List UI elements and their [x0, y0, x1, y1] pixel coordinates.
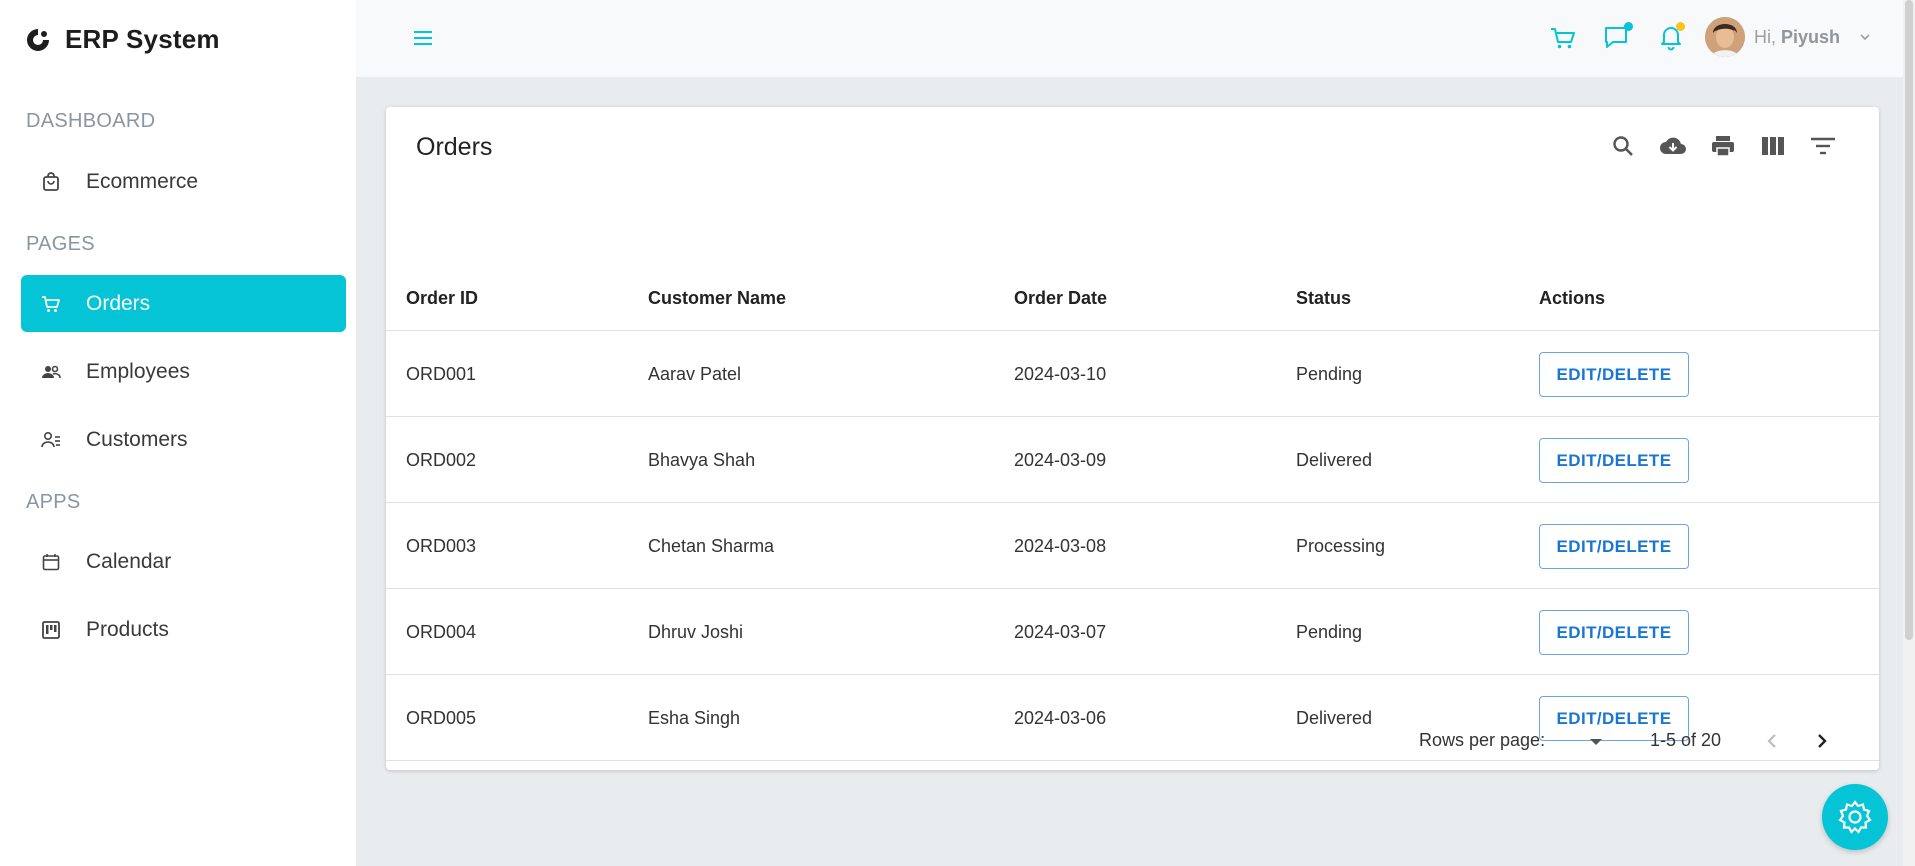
table-row[interactable]: ORD004 Dhruv Joshi 2024-03-07 Pending ED… [386, 589, 1879, 675]
edit-delete-button[interactable]: EDIT/DELETE [1539, 438, 1689, 483]
customer-name: Chetan Sharma [648, 536, 775, 556]
column-header-order-date[interactable]: Order Date [1014, 288, 1107, 309]
order-id: ORD001 [406, 364, 477, 384]
column-header-customer-name[interactable]: Customer Name [648, 288, 786, 309]
topbar: Hi, Piyush [356, 0, 1915, 77]
rows-per-page-label: Rows per page: [1419, 730, 1546, 750]
avatar-image [1705, 17, 1745, 57]
settings-fab[interactable] [1822, 784, 1888, 850]
logo-icon [27, 28, 49, 51]
user-greeting[interactable]: Hi, Piyush [1754, 27, 1840, 48]
sidebar: ERP System DASHBOARD Ecommerce PAGES Ord… [0, 0, 356, 866]
table-row[interactable]: ORD003 Chetan Sharma 2024-03-08 Processi… [386, 503, 1879, 589]
customer-icon [40, 429, 62, 451]
sidebar-item-products[interactable]: Products [21, 601, 346, 658]
bell-badge [1676, 22, 1685, 31]
search-icon[interactable] [1608, 131, 1638, 161]
section-label-dashboard: DASHBOARD [26, 110, 156, 132]
table-row[interactable]: ORD001 Aarav Patel 2024-03-10 Pending ED… [386, 331, 1879, 417]
table-row[interactable]: ORD002 Bhavya Shah 2024-03-09 Delivered … [386, 417, 1879, 503]
sidebar-item-label: Products [86, 617, 169, 641]
column-header-status[interactable]: Status [1296, 288, 1351, 309]
order-date: 2024-03-07 [1014, 622, 1107, 642]
order-status: Delivered [1296, 450, 1373, 470]
next-page-button[interactable] [1808, 727, 1836, 755]
cart-icon[interactable] [1549, 24, 1577, 52]
order-date: 2024-03-09 [1014, 450, 1107, 470]
rows-per-page-select[interactable] [1584, 731, 1608, 753]
calendar-icon [40, 551, 62, 573]
order-status: Pending [1296, 364, 1363, 384]
previous-page-button[interactable] [1758, 727, 1786, 755]
customer-name: Bhavya Shah [648, 450, 756, 470]
avatar[interactable] [1705, 17, 1745, 57]
scrollbar[interactable] [1903, 0, 1915, 866]
order-date: 2024-03-10 [1014, 364, 1107, 384]
chat-badge [1624, 22, 1633, 31]
section-label-apps: APPS [26, 491, 81, 513]
gear-icon [1838, 800, 1872, 834]
page-range: 1-5 of 20 [1650, 730, 1722, 750]
section-label-pages: PAGES [26, 233, 95, 255]
sidebar-item-label: Employees [86, 359, 190, 383]
sidebar-item-calendar[interactable]: Calendar [21, 533, 346, 590]
brand[interactable]: ERP System [25, 24, 220, 55]
table-header: Order ID Customer Name Order Date Status… [386, 267, 1879, 331]
sidebar-item-orders[interactable]: Orders [21, 275, 346, 332]
order-date: 2024-03-08 [1014, 536, 1107, 556]
order-id: ORD003 [406, 536, 477, 556]
greeting-text: Hi, [1754, 27, 1776, 47]
edit-delete-button[interactable]: EDIT/DELETE [1539, 610, 1689, 655]
sidebar-item-label: Calendar [86, 549, 172, 573]
order-status: Processing [1296, 536, 1386, 556]
filter-icon[interactable] [1808, 131, 1838, 161]
sidebar-item-customers[interactable]: Customers [21, 411, 346, 468]
scrollbar-thumb[interactable] [1905, 0, 1913, 640]
column-header-order-id[interactable]: Order ID [406, 288, 478, 309]
edit-delete-button[interactable]: EDIT/DELETE [1539, 524, 1689, 569]
people-icon [40, 361, 62, 383]
chevron-down-icon[interactable] [1858, 30, 1872, 44]
print-icon[interactable] [1708, 131, 1738, 161]
order-id: ORD002 [406, 450, 477, 470]
sidebar-item-label: Customers [86, 427, 188, 451]
orders-card: Orders Order ID Customer Name Order Date… [386, 107, 1879, 770]
sidebar-item-employees[interactable]: Employees [21, 343, 346, 400]
bag-icon [40, 171, 62, 193]
page-title: Orders [416, 133, 493, 161]
order-id: ORD004 [406, 622, 477, 642]
cloud-download-icon[interactable] [1658, 131, 1688, 161]
brand-title: ERP System [65, 24, 220, 54]
pagination: Rows per page: 1-5 of 20 [386, 711, 1879, 770]
chat-button[interactable] [1602, 22, 1634, 54]
column-header-actions: Actions [1539, 288, 1606, 308]
order-status: Pending [1296, 622, 1363, 642]
sidebar-item-label: Orders [86, 291, 151, 315]
menu-icon[interactable] [412, 27, 434, 49]
user-name: Piyush [1781, 27, 1841, 47]
edit-delete-button[interactable]: EDIT/DELETE [1539, 352, 1689, 397]
cart-icon [40, 293, 62, 315]
customer-name: Dhruv Joshi [648, 622, 744, 642]
notifications-button[interactable] [1656, 22, 1688, 54]
kanban-icon [40, 619, 62, 641]
columns-icon[interactable] [1758, 131, 1788, 161]
sidebar-item-ecommerce[interactable]: Ecommerce [21, 153, 346, 210]
customer-name: Aarav Patel [648, 364, 742, 384]
sidebar-item-label: Ecommerce [86, 169, 199, 193]
